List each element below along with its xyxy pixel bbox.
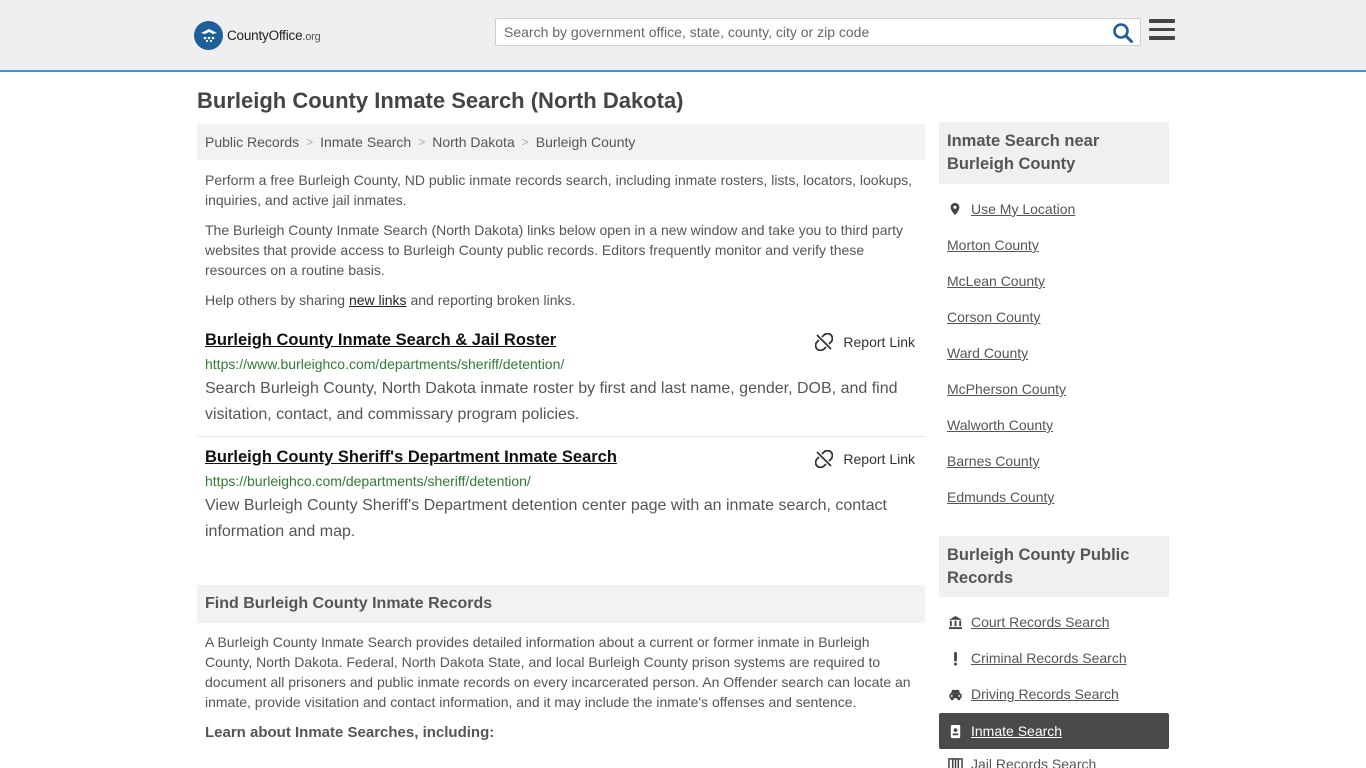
result-item: Burleigh County Sheriff's Department Inm… — [197, 448, 925, 548]
jail-icon — [947, 756, 963, 768]
result-item: Burleigh County Inmate Search & Jail Ros… — [197, 331, 925, 431]
broken-link-icon — [815, 333, 834, 351]
sidebar-county-link[interactable]: Barnes County — [947, 453, 1040, 469]
driving-records-link[interactable]: Driving Records Search — [947, 686, 1119, 702]
map-pin-icon — [947, 201, 963, 217]
breadcrumb-burleigh-county[interactable]: Burleigh County — [536, 134, 636, 150]
site-logo[interactable]: CountyOffice.org — [194, 20, 321, 50]
breadcrumb-separator-icon: > — [418, 135, 426, 149]
page-title: Burleigh County Inmate Search (North Dak… — [197, 88, 684, 113]
search-icon[interactable] — [1112, 22, 1134, 44]
broken-link-icon — [815, 450, 834, 468]
result-description: View Burleigh County Sheriff's Departmen… — [205, 497, 887, 540]
court-records-link[interactable]: Court Records Search — [947, 614, 1110, 630]
sidebar-county-link[interactable]: Walworth County — [947, 417, 1053, 433]
sidebar-county-link[interactable]: Corson County — [947, 309, 1040, 325]
report-link-button[interactable]: Report Link — [815, 333, 915, 351]
criminal-records-link[interactable]: Criminal Records Search — [947, 650, 1127, 666]
sidebar-county-link[interactable]: McLean County — [947, 273, 1045, 289]
intro-paragraph-3: Help others by sharing new links and rep… — [205, 292, 576, 308]
breadcrumb-separator-icon: > — [306, 135, 314, 149]
jail-records-link[interactable]: Jail Records Search — [947, 756, 1096, 768]
logo-seal-icon — [194, 20, 223, 50]
section-heading: Find Burleigh County Inmate Records — [197, 585, 925, 623]
car-icon — [947, 686, 963, 702]
breadcrumb: Public Records > Inmate Search > North D… — [197, 124, 925, 160]
exclamation-icon — [947, 650, 963, 666]
breadcrumb-inmate-search[interactable]: Inmate Search — [320, 134, 411, 150]
result-url: https://www.burleighco.com/departments/s… — [205, 356, 565, 372]
sidebar-county-link[interactable]: Morton County — [947, 237, 1039, 253]
sidebar-near-heading: Inmate Search near Burleigh County — [939, 122, 1169, 184]
result-title-link[interactable]: Burleigh County Inmate Search & Jail Ros… — [205, 331, 556, 350]
use-my-location-link[interactable]: Use My Location — [947, 201, 1075, 217]
intro-section: Perform a free Burleigh County, ND publi… — [205, 170, 917, 310]
report-link-button[interactable]: Report Link — [815, 450, 915, 468]
sidebar-county-link[interactable]: McPherson County — [947, 381, 1066, 397]
result-url: https://burleighco.com/departments/sheri… — [205, 473, 531, 489]
new-links-link[interactable]: new links — [349, 292, 407, 308]
result-divider — [197, 436, 925, 437]
sidebar-county-link[interactable]: Edmunds County — [947, 489, 1054, 505]
id-badge-icon — [947, 723, 963, 739]
intro-paragraph-1: Perform a free Burleigh County, ND publi… — [205, 172, 913, 208]
courthouse-icon — [947, 614, 963, 630]
site-search — [495, 18, 1141, 46]
sidebar-county-link[interactable]: Ward County — [947, 345, 1028, 361]
hamburger-menu-icon[interactable] — [1149, 19, 1175, 43]
result-title-link[interactable]: Burleigh County Sheriff's Department Inm… — [205, 448, 617, 467]
top-header: CountyOffice.org — [0, 0, 1366, 72]
section-paragraph: A Burleigh County Inmate Search provides… — [205, 634, 911, 710]
breadcrumb-north-dakota[interactable]: North Dakota — [432, 134, 514, 150]
breadcrumb-public-records[interactable]: Public Records — [205, 134, 299, 150]
sidebar-public-heading: Burleigh County Public Records — [939, 536, 1169, 597]
inmate-search-link[interactable]: Inmate Search — [939, 713, 1169, 749]
learn-heading: Learn about Inmate Searches, including: — [205, 724, 495, 741]
logo-text: CountyOffice.org — [227, 27, 321, 43]
search-input[interactable] — [496, 19, 1096, 45]
intro-paragraph-2: The Burleigh County Inmate Search (North… — [205, 222, 904, 278]
result-description: Search Burleigh County, North Dakota inm… — [205, 380, 898, 423]
breadcrumb-separator-icon: > — [521, 135, 529, 149]
